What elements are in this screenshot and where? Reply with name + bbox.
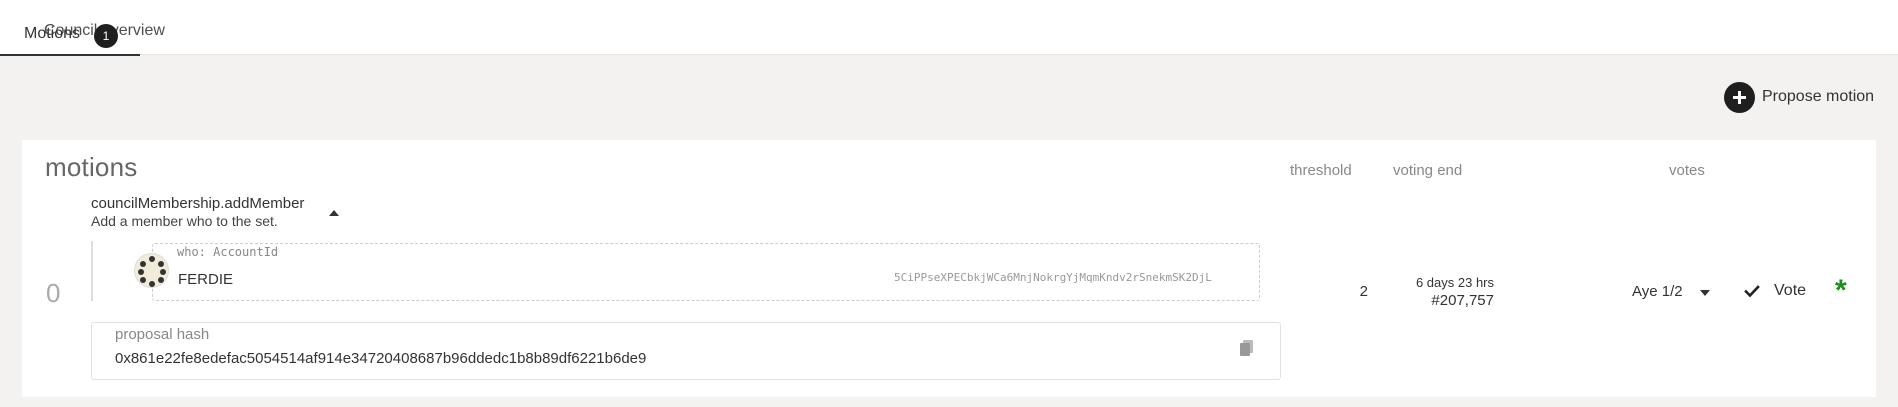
motions-table: motions threshold voting end votes 0 cou… [22,140,1876,397]
propose-motion-label: Propose motion [1762,88,1875,105]
vote-label: Vote [1774,282,1807,299]
param-label: who: AccountId [177,245,279,259]
chevron-up-icon[interactable] [329,210,339,216]
motions-count-badge: 1 [94,24,118,48]
motions-title: motions [45,152,138,182]
votes-summary-dropdown[interactable]: Aye 1/2 [1632,283,1683,300]
vote-button[interactable]: Vote [1744,277,1806,305]
proposal-hash-value: 0x861e22fe8edefac5054514af914e3472040868… [115,350,647,367]
check-icon [1744,285,1760,298]
threshold-value: 2 [1359,283,1368,300]
column-header-votes: votes [1669,162,1705,179]
propose-motion-button[interactable]: Propose motion [1724,81,1875,113]
column-header-voting-end: voting end [1393,162,1463,179]
tab-motions-label: Motions [24,25,81,42]
voting-end-block: #207,757 [1431,292,1494,309]
voting-end-time: 6 days 23 hrs [1415,275,1494,290]
column-header-threshold: threshold [1290,162,1352,179]
motion-index: 0 [46,278,61,308]
motion-method: councilMembership.addMember [91,195,305,212]
proposal-hash-label: proposal hash [115,326,210,343]
account-name: FERDIE [178,271,234,288]
chevron-down-icon[interactable] [1700,290,1710,296]
motion-description: Add a member who to the set. [91,213,278,229]
plus-icon [1724,81,1755,113]
copy-icon[interactable] [1240,340,1254,357]
account-address: 5CiPPseXPECbkjWCa6MnjNokrgYjMqmKndv2rSne… [894,271,1212,284]
tab-bar: Council overview Motions 1 [0,0,1898,56]
asterisk-icon: * [1835,274,1847,307]
identicon[interactable] [134,253,169,288]
